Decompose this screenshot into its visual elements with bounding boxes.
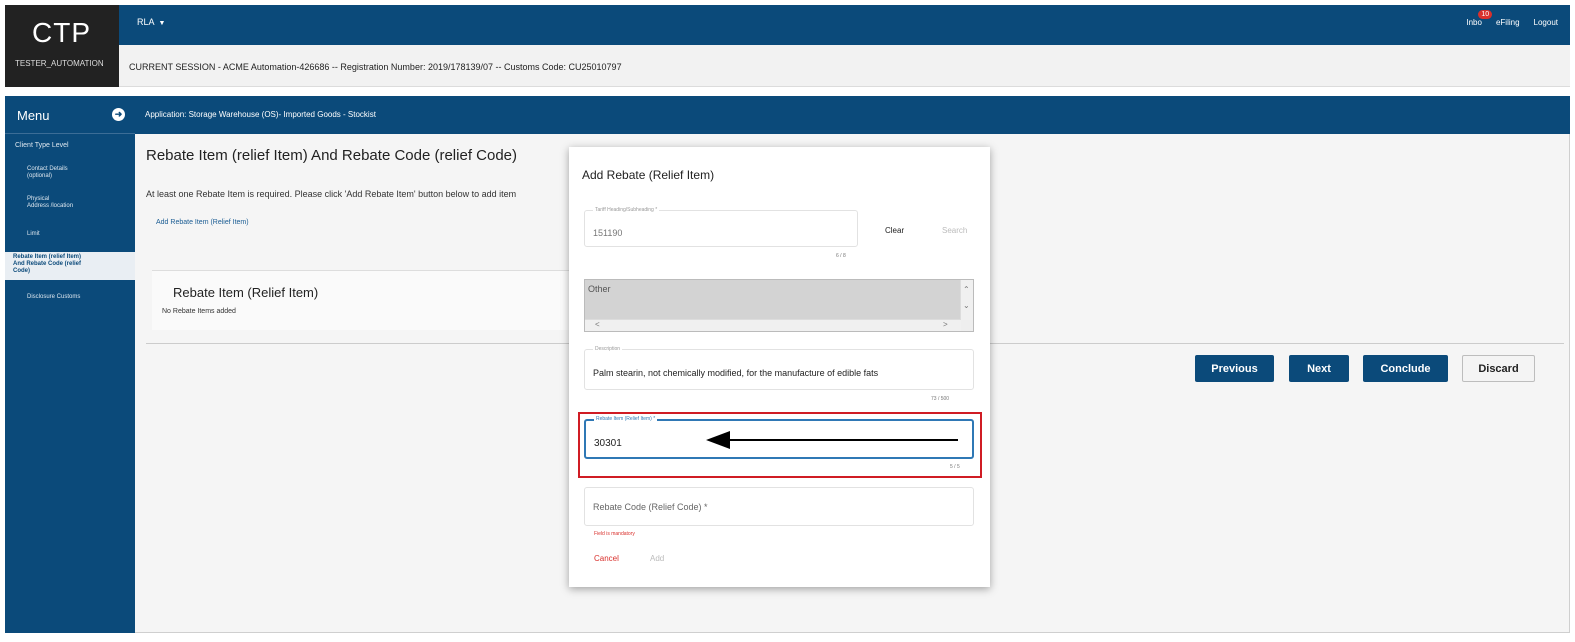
add-rebate-item-link[interactable]: Add Rebate Item (Relief Item) — [156, 219, 249, 226]
logo-text: CTP — [32, 17, 91, 48]
rebate-code-placeholder: Rebate Code (Relief Code) * — [593, 502, 708, 512]
sidebar-item-rebate-item[interactable]: Rebate Item (relief Item) And Rebate Cod… — [5, 252, 135, 280]
clear-button[interactable]: Clear — [885, 226, 904, 235]
app-logo: CTP TESTER_AUTOMATION — [5, 5, 119, 87]
scroll-right-icon[interactable]: > — [943, 321, 948, 329]
inbox-label: Inbo — [1466, 18, 1482, 27]
rebate-items-card: Rebate Item (Relief Item) No Rebate Item… — [152, 270, 572, 330]
description-field[interactable]: Description Palm stearin, not chemically… — [584, 346, 974, 390]
program-label: RLA — [137, 17, 155, 27]
dialog-title: Add Rebate (Relief Item) — [582, 168, 715, 182]
previous-button[interactable]: Previous — [1195, 355, 1274, 382]
rebate-code-error: Field is mandatory — [594, 531, 635, 537]
logout-link[interactable]: Logout — [1534, 18, 1558, 27]
inbox-count-badge: 10 — [1478, 10, 1493, 19]
conclude-button[interactable]: Conclude — [1363, 355, 1448, 382]
page-title: Rebate Item (relief Item) And Rebate Cod… — [146, 147, 518, 164]
header-bar: RLA ▼ Inbo 10 eFiling Logout — [119, 5, 1570, 45]
sidebar-item-physical-address[interactable]: Physical Address /location — [5, 196, 135, 210]
vertical-scrollbar[interactable]: ⌃ ⌄ — [960, 280, 973, 320]
session-bar: CURRENT SESSION - ACME Automation-426686… — [119, 45, 1570, 87]
description-value: Palm stearin, not chemically modified, f… — [593, 368, 879, 378]
card-title: Rebate Item (Relief Item) — [173, 285, 319, 300]
session-info: CURRENT SESSION - ACME Automation-426686… — [129, 62, 622, 72]
header-links: Inbo 10 eFiling Logout — [1466, 10, 1558, 27]
scroll-up-icon[interactable]: ⌃ — [963, 286, 970, 294]
menu-title: Menu — [17, 108, 50, 123]
next-button[interactable]: Next — [1289, 355, 1349, 382]
empty-message: No Rebate Items added — [162, 308, 236, 315]
discard-button[interactable]: Discard — [1462, 355, 1535, 382]
listbox-option-text: Other — [588, 284, 611, 294]
tariff-label: Tariff Heading/Subheading * — [593, 207, 660, 213]
sidebar-menu: Menu ➜ Client Type Level Contact Details… — [5, 96, 135, 633]
program-dropdown[interactable]: RLA ▼ — [137, 17, 165, 27]
sidebar-item-limit[interactable]: Limit — [5, 231, 135, 238]
info-text: At least one Rebate Item is required. Pl… — [146, 189, 517, 199]
user-name: TESTER_AUTOMATION — [15, 59, 104, 68]
add-rebate-dialog: Add Rebate (Relief Item) Tariff Heading/… — [569, 147, 990, 587]
scroll-down-icon[interactable]: ⌄ — [963, 302, 970, 310]
application-title: Application: Storage Warehouse (OS)- Imp… — [145, 110, 376, 119]
application-bar: Application: Storage Warehouse (OS)- Imp… — [135, 96, 1570, 134]
rebate-code-input[interactable]: Rebate Code (Relief Code) * — [584, 487, 974, 526]
add-button[interactable]: Add — [650, 554, 664, 563]
inbox-link[interactable]: Inbo 10 — [1466, 10, 1493, 27]
sidebar-item-contact-details[interactable]: Contact Details (optional) — [5, 166, 135, 180]
tariff-options-listbox[interactable]: Other ⌃ ⌄ < > — [584, 279, 974, 332]
scroll-left-icon[interactable]: < — [595, 321, 600, 329]
menu-toggle-icon[interactable]: ➜ — [112, 108, 125, 121]
description-label: Description — [593, 346, 623, 352]
tariff-heading-field[interactable]: Tariff Heading/Subheading * 151190 — [584, 207, 858, 247]
tariff-counter: 6 / 8 — [836, 253, 846, 259]
cancel-button[interactable]: Cancel — [594, 554, 619, 563]
horizontal-scrollbar[interactable]: < > — [585, 319, 961, 331]
search-button[interactable]: Search — [942, 226, 967, 235]
tariff-value: 151190 — [593, 228, 623, 238]
sidebar-item-disclosure-customs[interactable]: Disclosure Customs — [5, 294, 135, 301]
top-header: CTP TESTER_AUTOMATION RLA ▼ Inbo 10 eFili… — [0, 0, 1575, 90]
menu-header: Menu ➜ — [5, 96, 135, 134]
pointer-arrow-icon — [706, 431, 958, 449]
client-type-level: Client Type Level — [15, 142, 69, 149]
caret-down-icon: ▼ — [158, 20, 166, 27]
description-counter: 73 / 500 — [931, 396, 950, 402]
efiling-link[interactable]: eFiling — [1496, 18, 1520, 27]
listbox-selected-option[interactable]: Other — [585, 280, 961, 320]
